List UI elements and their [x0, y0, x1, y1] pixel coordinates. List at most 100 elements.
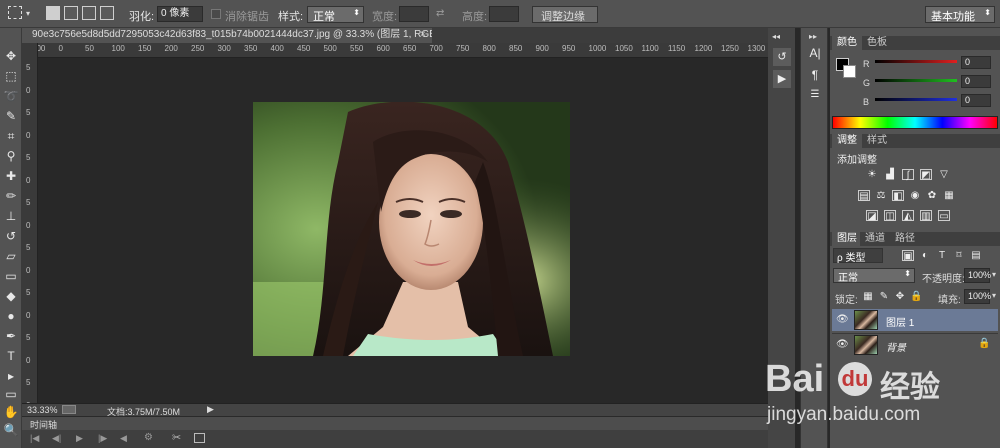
- filter-type-icon[interactable]: T: [936, 250, 948, 261]
- r-value[interactable]: 0: [961, 56, 991, 69]
- hand-tool-icon[interactable]: ✋: [2, 404, 20, 420]
- selective-color-icon[interactable]: ▥: [920, 210, 932, 222]
- opacity-value[interactable]: 100%: [964, 268, 991, 283]
- eyedropper-tool-icon[interactable]: ⚲: [2, 148, 20, 164]
- type-tool-icon[interactable]: T: [2, 348, 20, 364]
- visibility-eye-icon[interactable]: 👁: [836, 314, 849, 325]
- play-arrow-icon[interactable]: ▶: [207, 404, 214, 415]
- fill-dropdown-icon[interactable]: ▾: [992, 291, 996, 300]
- move-tool-icon[interactable]: ✥: [2, 48, 20, 64]
- r-slider[interactable]: [875, 60, 957, 63]
- rectangle-tool-icon[interactable]: ▭: [2, 386, 20, 402]
- add-selection-icon[interactable]: [64, 6, 78, 20]
- vibrance-icon[interactable]: ▽: [938, 169, 950, 180]
- g-slider[interactable]: [875, 79, 957, 82]
- properties-icon[interactable]: ☰: [806, 86, 824, 104]
- feather-input[interactable]: 0 像素: [157, 6, 203, 22]
- b-value[interactable]: 0: [961, 94, 991, 107]
- color-lookup-icon[interactable]: ▦: [943, 190, 955, 201]
- g-value[interactable]: 0: [961, 75, 991, 88]
- document-image[interactable]: [253, 102, 570, 356]
- paragraph-icon[interactable]: ¶: [806, 66, 824, 84]
- brush-tool-icon[interactable]: ✏: [2, 188, 20, 204]
- transition-icon[interactable]: [194, 433, 205, 443]
- lock-transparent-icon[interactable]: ▦: [862, 291, 874, 302]
- filter-shape-icon[interactable]: ⌑: [953, 250, 965, 261]
- path-selection-tool-icon[interactable]: ▸: [2, 368, 20, 384]
- gradient-map-icon[interactable]: ▭: [938, 210, 950, 222]
- channel-mixer-icon[interactable]: ✿: [926, 190, 938, 201]
- clone-stamp-tool-icon[interactable]: ⊥: [2, 208, 20, 224]
- zoom-level[interactable]: 33.33%: [27, 405, 58, 415]
- black-white-icon[interactable]: ◧: [892, 190, 904, 202]
- character-icon[interactable]: A|: [806, 44, 824, 62]
- marquee-tool-icon[interactable]: ⬚: [2, 68, 20, 84]
- blend-mode-select[interactable]: 正常 ⬍: [833, 268, 915, 284]
- tab-color[interactable]: 颜色: [832, 36, 862, 50]
- tab-adjustments[interactable]: 调整: [832, 134, 862, 148]
- tab-paths[interactable]: 路径: [890, 232, 920, 246]
- filter-adjust-icon[interactable]: ◐: [919, 250, 931, 261]
- first-frame-icon[interactable]: |◀: [30, 433, 39, 444]
- swap-icon[interactable]: ⇄: [436, 8, 444, 19]
- exposure-icon[interactable]: ◩: [920, 169, 932, 181]
- layer-row-background[interactable]: 👁 背景 🔒: [832, 333, 998, 355]
- prev-frame-icon[interactable]: ◀|: [52, 433, 61, 444]
- history-icon[interactable]: ↺: [773, 48, 791, 66]
- layer-row-1[interactable]: 👁 图层 1: [832, 309, 998, 331]
- height-input[interactable]: [489, 6, 519, 22]
- brightness-icon[interactable]: ☀: [866, 169, 878, 180]
- opacity-dropdown-icon[interactable]: ▾: [992, 270, 996, 279]
- lock-position-icon[interactable]: ✥: [894, 291, 906, 302]
- collapse-arrows-icon[interactable]: ◂◂: [772, 32, 780, 41]
- filter-smart-icon[interactable]: ▤: [970, 250, 982, 261]
- collapse-arrows-icon[interactable]: ▸▸: [809, 32, 817, 41]
- settings-icon[interactable]: ⚙: [144, 432, 153, 443]
- filter-pixel-icon[interactable]: ▣: [902, 250, 914, 262]
- audio-icon[interactable]: ◀: [120, 433, 127, 444]
- blur-tool-icon[interactable]: ◆: [2, 288, 20, 304]
- intersect-selection-icon[interactable]: [100, 6, 114, 20]
- threshold-icon[interactable]: ◭: [902, 210, 914, 222]
- quick-selection-tool-icon[interactable]: ✎: [2, 108, 20, 124]
- antialias-checkbox[interactable]: [211, 9, 221, 19]
- gradient-tool-icon[interactable]: ▭: [2, 268, 20, 284]
- b-slider[interactable]: [875, 98, 957, 101]
- fill-value[interactable]: 100%: [964, 289, 991, 304]
- refine-edge-button[interactable]: 调整边缘 ...: [532, 6, 598, 36]
- healing-brush-tool-icon[interactable]: ✚: [2, 168, 20, 184]
- tab-styles[interactable]: 样式: [862, 134, 892, 148]
- workspace-select[interactable]: 基本功能 ⬍: [925, 6, 995, 23]
- background-color-swatch[interactable]: [843, 65, 856, 78]
- tab-layers[interactable]: 图层: [832, 232, 862, 246]
- close-icon[interactable]: ×: [420, 29, 426, 40]
- lock-image-icon[interactable]: ✎: [878, 291, 890, 302]
- levels-icon[interactable]: ▟: [884, 169, 896, 180]
- hue-saturation-icon[interactable]: ▤: [858, 190, 870, 202]
- eraser-tool-icon[interactable]: ▱: [2, 248, 20, 264]
- subtract-selection-icon[interactable]: [82, 6, 96, 20]
- next-frame-icon[interactable]: |▶: [98, 433, 107, 444]
- color-balance-icon[interactable]: ⚖: [875, 190, 887, 201]
- play-icon[interactable]: ▶: [76, 433, 83, 444]
- actions-play-icon[interactable]: ▶: [773, 70, 791, 88]
- dodge-tool-icon[interactable]: ●: [2, 308, 20, 324]
- color-spectrum[interactable]: [832, 116, 998, 129]
- layer-kind-filter[interactable]: ρ 类型: [833, 248, 883, 264]
- lasso-tool-icon[interactable]: ➰: [2, 88, 20, 104]
- history-brush-tool-icon[interactable]: ↺: [2, 228, 20, 244]
- posterize-icon[interactable]: ◫: [884, 210, 896, 222]
- style-select[interactable]: 正常 ⬍: [307, 6, 364, 23]
- curves-icon[interactable]: ∫: [902, 169, 914, 181]
- new-selection-icon[interactable]: [46, 6, 60, 20]
- tool-preset-dropdown-icon[interactable]: ▾: [26, 9, 30, 18]
- document-tab[interactable]: 90e3c756e5d8d5dd7295053c42d63f83_t015b74…: [22, 28, 432, 43]
- lock-all-icon[interactable]: 🔒: [910, 291, 922, 302]
- marquee-tool-icon[interactable]: [8, 6, 22, 19]
- pen-tool-icon[interactable]: ✒: [2, 328, 20, 344]
- cut-icon[interactable]: ✂: [172, 431, 181, 444]
- visibility-eye-icon[interactable]: 👁: [836, 339, 849, 350]
- invert-icon[interactable]: ◪: [866, 210, 878, 222]
- tab-channels[interactable]: 通道: [860, 232, 890, 246]
- tab-swatches[interactable]: 色板: [862, 36, 892, 50]
